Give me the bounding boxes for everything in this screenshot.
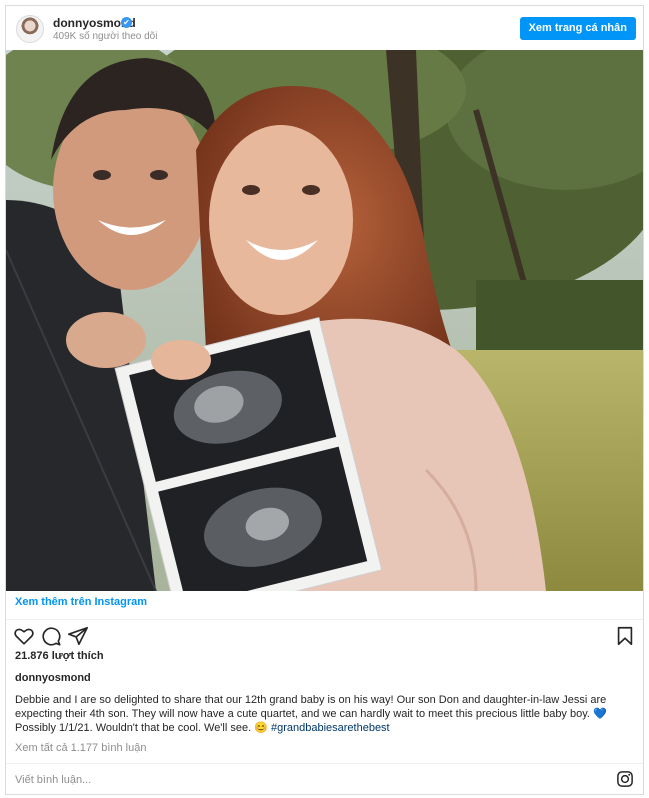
verified-badge-icon: ✔ (121, 17, 132, 28)
instagram-embed-card: donnyosmond ✔ 409K số người theo dõi Xem… (5, 5, 644, 795)
post-header: donnyosmond ✔ 409K số người theo dõi Xem… (6, 6, 643, 50)
view-all-comments-link[interactable]: Xem tất cả 1.177 bình luận (15, 742, 146, 754)
heart-icon[interactable] (13, 625, 35, 647)
comment-icon[interactable] (40, 625, 62, 647)
share-icon[interactable] (67, 625, 89, 647)
post-photo[interactable] (6, 50, 643, 591)
hashtag-link[interactable]: #grandbabiesarethebest (271, 722, 390, 734)
divider (6, 619, 643, 620)
divider (6, 763, 643, 764)
avatar[interactable] (16, 15, 44, 43)
follower-count: 409K số người theo dõi (53, 31, 158, 42)
view-profile-button[interactable]: Xem trang cá nhân (519, 17, 636, 40)
comment-input[interactable] (15, 770, 605, 790)
caption-username[interactable]: donnyosmond (15, 672, 91, 684)
action-bar (6, 623, 643, 649)
caption: Debbie and I are so delighted to share t… (15, 693, 635, 735)
like-count[interactable]: 21.876 lượt thích (15, 650, 104, 662)
bookmark-icon[interactable] (614, 625, 636, 647)
instagram-icon[interactable] (616, 770, 634, 788)
view-more-on-instagram-link[interactable]: Xem thêm trên Instagram (15, 596, 147, 608)
